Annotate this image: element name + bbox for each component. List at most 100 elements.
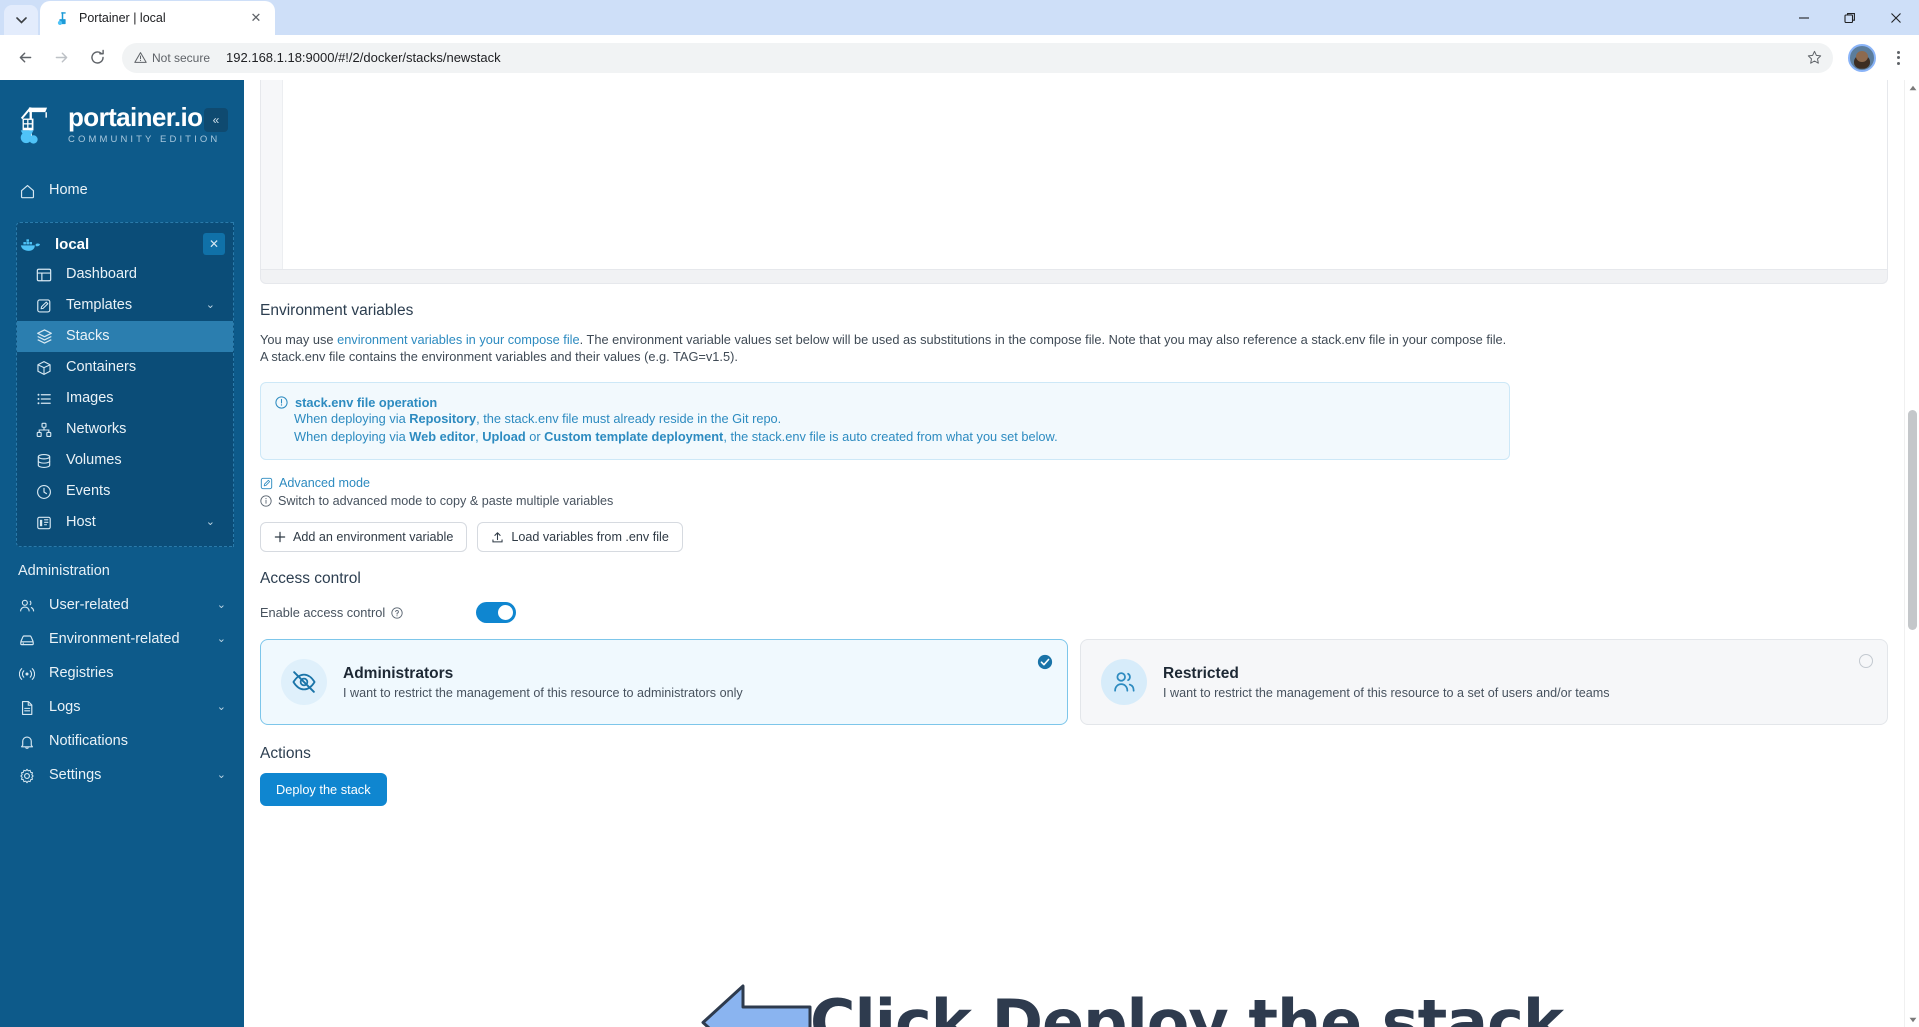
environment-close-button[interactable]: ✕ [203, 233, 225, 255]
star-icon [1807, 50, 1821, 64]
chevron-down-icon[interactable]: ⌄ [217, 769, 226, 782]
app-sidebar: portainer.io COMMUNITY EDITION « Home lo… [0, 80, 244, 1027]
page-viewport: portainer.io COMMUNITY EDITION « Home lo… [0, 80, 1919, 1027]
reload-button[interactable] [80, 41, 114, 75]
infobox-bold-upload: Upload [482, 428, 526, 444]
security-indicator[interactable]: Not secure [134, 51, 218, 65]
sidebar-item-label: Logs [49, 699, 81, 716]
sidebar-item-label: Registries [49, 665, 114, 682]
profile-avatar[interactable] [1848, 43, 1876, 72]
access-option-text-restricted: Restricted I want to restrict the manage… [1163, 664, 1610, 699]
tab-close-button[interactable]: ✕ [247, 9, 265, 27]
sidebar-item-environment-related[interactable]: Environment-related ⌄ [0, 623, 244, 657]
load-variables-from-env-file-button[interactable]: Load variables from .env file [477, 522, 683, 553]
bell-icon [18, 733, 36, 751]
access-control-section: Access control Enable access control Adm… [244, 570, 1904, 726]
sidebar-item-label: User-related [49, 597, 129, 614]
editor-line-gutter [261, 80, 283, 269]
templates-icon [35, 297, 53, 315]
bookmark-button[interactable] [1801, 45, 1827, 71]
browser-tab[interactable]: Portainer | local ✕ [40, 1, 275, 35]
access-option-restricted[interactable]: Restricted I want to restrict the manage… [1080, 639, 1888, 726]
kebab-dot [1896, 61, 1900, 65]
stacks-icon [35, 328, 53, 346]
sidebar-item-images[interactable]: Images [17, 383, 233, 414]
sidebar-item-containers[interactable]: Containers [17, 352, 233, 383]
url-text[interactable]: 192.168.1.18:9000/#!/2/docker/stacks/new… [218, 50, 1801, 65]
chevron-down-icon[interactable]: ⌄ [217, 633, 226, 646]
caret-up-icon[interactable] [1905, 80, 1919, 95]
actions-section: Actions Deploy the stack [244, 745, 1904, 807]
enable-access-control-toggle[interactable] [476, 602, 516, 624]
back-button[interactable] [8, 41, 42, 75]
infobox-bold-webeditor: Web editor [409, 428, 476, 444]
sidebar-item-home[interactable]: Home [0, 174, 244, 208]
sidebar-item-host[interactable]: Host ⌄ [17, 507, 233, 538]
reload-icon [90, 49, 104, 64]
browser-menu-button[interactable] [1885, 43, 1911, 73]
logo-text-block: portainer.io COMMUNITY EDITION [68, 104, 220, 145]
sidebar-logo[interactable]: portainer.io COMMUNITY EDITION « [0, 80, 244, 156]
content-inner: Environment variables You may use enviro… [244, 80, 1904, 1027]
tab-strip: Portainer | local ✕ [0, 0, 1919, 35]
caret-down-icon[interactable] [1905, 1012, 1919, 1027]
infobox-text: When deploying via [294, 410, 410, 426]
arrow-right-icon [55, 52, 67, 63]
sidebar-item-stacks[interactable]: Stacks [17, 321, 233, 352]
infobox-text: , the stack.env file must already reside… [476, 410, 782, 426]
edit-pencil-icon [260, 477, 273, 489]
gear-icon [18, 767, 36, 785]
tab-search-button[interactable] [4, 5, 38, 35]
address-bar[interactable]: Not secure 192.168.1.18:9000/#!/2/docker… [122, 42, 1833, 73]
portainer-icon [54, 10, 70, 26]
maximize-button[interactable] [1827, 0, 1873, 35]
containers-icon [35, 359, 53, 377]
chevron-down-icon[interactable]: ⌄ [206, 299, 215, 312]
sidebar-item-volumes[interactable]: Volumes [17, 445, 233, 476]
chevron-down-icon[interactable]: ⌄ [217, 599, 226, 612]
enable-access-control-row: Enable access control [260, 602, 1888, 624]
desc-prefix: You may use [260, 332, 338, 347]
compose-editor-panel[interactable] [260, 80, 1888, 270]
sidebar-item-notifications[interactable]: Notifications [0, 725, 244, 759]
sidebar-item-label: Home [49, 182, 88, 199]
infobox-text: or [525, 428, 545, 444]
sidebar-environment-header[interactable]: local ✕ [17, 230, 233, 259]
sidebar-item-settings[interactable]: Settings ⌄ [0, 759, 244, 793]
stack-env-infobox: stack.env file operation When deploying … [260, 381, 1510, 461]
access-option-text-administrators: Administrators I want to restrict the ma… [343, 664, 743, 699]
window-controls [1781, 0, 1919, 35]
sidebar-item-label: Host [66, 513, 96, 530]
access-option-description: I want to restrict the management of thi… [1163, 685, 1610, 700]
sidebar-item-logs[interactable]: Logs ⌄ [0, 691, 244, 725]
infobox-bold-repository: Repository [409, 410, 477, 426]
deploy-the-stack-button[interactable]: Deploy the stack [260, 773, 387, 807]
infobox-title: stack.env file operation [295, 394, 438, 410]
logs-document-icon [18, 699, 36, 717]
sidebar-item-templates[interactable]: Templates ⌄ [17, 290, 233, 321]
sidebar-item-label: Settings [49, 767, 102, 784]
compose-env-vars-link[interactable]: environment variables in your compose fi… [337, 332, 580, 347]
page-scrollbar[interactable] [1904, 80, 1919, 1027]
sidebar-collapse-button[interactable]: « [204, 108, 228, 132]
sidebar-admin-title: Administration [18, 563, 110, 579]
close-window-button[interactable] [1873, 0, 1919, 35]
sidebar-item-registries[interactable]: Registries [0, 657, 244, 691]
advanced-mode-link[interactable]: Advanced mode [260, 476, 1888, 490]
sidebar-item-events[interactable]: Events [17, 476, 233, 507]
scrollbar-thumb[interactable] [1908, 410, 1917, 630]
add-environment-variable-button[interactable]: Add an environment variable [260, 522, 468, 553]
minimize-button[interactable] [1781, 0, 1827, 35]
radio-empty-icon[interactable] [1859, 654, 1873, 669]
chevron-down-icon[interactable]: ⌄ [206, 516, 215, 529]
restore-icon [1844, 12, 1855, 23]
question-circle-icon[interactable] [391, 606, 403, 619]
access-option-administrators[interactable]: Administrators I want to restrict the ma… [260, 639, 1068, 726]
sidebar-item-networks[interactable]: Networks [17, 414, 233, 445]
chevron-down-icon [15, 16, 27, 24]
kebab-dot [1896, 50, 1900, 54]
forward-button[interactable] [44, 41, 78, 75]
sidebar-item-dashboard[interactable]: Dashboard [17, 259, 233, 290]
sidebar-item-user-related[interactable]: User-related ⌄ [0, 589, 244, 623]
chevron-down-icon[interactable]: ⌄ [217, 701, 226, 714]
